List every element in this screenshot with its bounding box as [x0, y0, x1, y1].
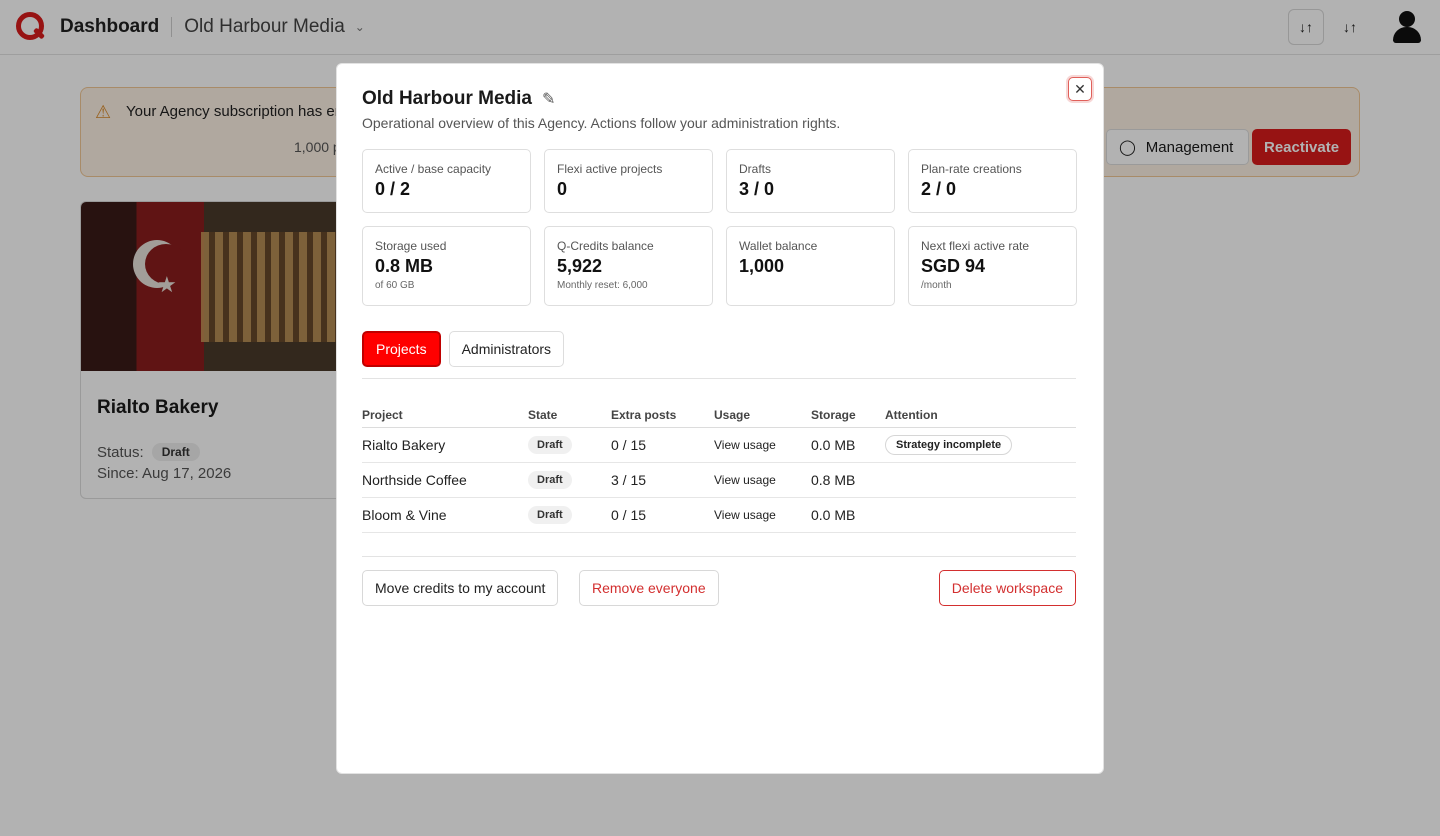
state-badge: Draft [528, 471, 572, 489]
stat-card: Drafts 3 / 0 [726, 149, 895, 213]
stat-label: Wallet balance [739, 239, 818, 253]
stat-value: 2 / 0 [921, 179, 957, 199]
state-cell: Draft [528, 427, 611, 463]
table-row: Bloom & Vine Draft 0 / 15 View usage 0.0… [362, 497, 1076, 533]
storage-value: 0.0 MB [811, 497, 885, 533]
stat-note: of 60 GB [375, 280, 415, 291]
state-cell: Draft [528, 462, 611, 498]
stat-label: Storage used [375, 239, 447, 253]
stat-note: /month [921, 280, 952, 291]
move-credits-button[interactable]: Move credits to my account [362, 570, 559, 606]
footer-divider [362, 556, 1076, 557]
attention-cell [885, 497, 1076, 533]
modal-title-text: Old Harbour Media [362, 88, 532, 109]
stat-card: Active / base capacity 0 / 2 [362, 149, 531, 213]
stat-label: Active / base capacity [375, 162, 492, 176]
tabs-divider [362, 378, 1076, 379]
extra-posts: 0 / 15 [611, 497, 714, 533]
attention-cell: Strategy incomplete [885, 427, 1076, 463]
table-row: Rialto Bakery Draft 0 / 15 View usage 0.… [362, 427, 1076, 463]
stat-label: Drafts [739, 162, 772, 176]
modal-footer: Move credits to my account Remove everyo… [362, 570, 1076, 606]
state-badge: Draft [528, 506, 572, 524]
extra-posts: 0 / 15 [611, 427, 714, 463]
table-header-row: Project State Extra posts Usage Storage … [362, 403, 1076, 428]
stat-value: 5,922 [557, 256, 603, 276]
close-icon: ✕ [1074, 80, 1086, 97]
stat-label: Flexi active projects [557, 162, 663, 176]
stat-card: Storage used 0.8 MB of 60 GB [362, 226, 531, 306]
stat-value: 0 / 2 [375, 179, 411, 199]
stat-card: Plan-rate creations 2 / 0 [908, 149, 1077, 213]
agency-overview-modal: ✕ Old Harbour Media ✎ Operational overvi… [336, 63, 1104, 774]
close-button[interactable]: ✕ [1068, 77, 1092, 101]
modal-tabs: Projects Administrators [362, 331, 565, 367]
stat-card: Next flexi active rate SGD 94 /month [908, 226, 1077, 306]
stat-card: Flexi active projects 0 [544, 149, 713, 213]
stat-note: Monthly reset: 6,000 [557, 280, 648, 291]
modal-description: Operational overview of this Agency. Act… [362, 115, 841, 131]
stat-label: Next flexi active rate [921, 239, 1030, 253]
column-header: Attention [885, 403, 1076, 428]
stat-value: 0 [557, 179, 568, 199]
project-name: Rialto Bakery [362, 427, 528, 463]
view-usage-link[interactable]: View usage [714, 462, 811, 498]
attention-cell [885, 462, 1076, 498]
stat-card: Q-Credits balance 5,922 Monthly reset: 6… [544, 226, 713, 306]
delete-workspace-button[interactable]: Delete workspace [938, 570, 1076, 606]
column-header: Extra posts [611, 403, 714, 428]
modal-title: Old Harbour Media ✎ [362, 88, 555, 110]
stat-label: Q-Credits balance [557, 239, 654, 253]
extra-posts: 3 / 15 [611, 462, 714, 498]
attention-badge: Strategy incomplete [885, 434, 1013, 455]
storage-value: 0.0 MB [811, 427, 885, 463]
storage-value: 0.8 MB [811, 462, 885, 498]
stat-value: 0.8 MB [375, 256, 434, 276]
view-usage-link[interactable]: View usage [714, 427, 811, 463]
stats-grid: Active / base capacity 0 / 2 Flexi activ… [362, 149, 1077, 306]
state-cell: Draft [528, 497, 611, 533]
project-name: Bloom & Vine [362, 497, 528, 533]
project-name: Northside Coffee [362, 462, 528, 498]
stat-value: 3 / 0 [739, 179, 775, 199]
stat-value: SGD 94 [921, 256, 986, 276]
column-header: Usage [714, 403, 811, 428]
column-header: State [528, 403, 611, 428]
column-header: Project [362, 403, 528, 428]
stat-label: Plan-rate creations [921, 162, 1022, 176]
edit-pencil-icon[interactable]: ✎ [542, 89, 555, 109]
view-usage-link[interactable]: View usage [714, 497, 811, 533]
tab-projects[interactable]: Projects [362, 331, 441, 367]
column-header: Storage [811, 403, 885, 428]
remove-everyone-button[interactable]: Remove everyone [579, 570, 719, 606]
projects-table: Project State Extra posts Usage Storage … [362, 403, 1076, 533]
tab-administrators[interactable]: Administrators [448, 331, 565, 367]
stat-card: Wallet balance 1,000 [726, 226, 895, 306]
state-badge: Draft [528, 436, 572, 454]
stat-value: 1,000 [739, 256, 785, 276]
table-row: Northside Coffee Draft 3 / 15 View usage… [362, 462, 1076, 498]
